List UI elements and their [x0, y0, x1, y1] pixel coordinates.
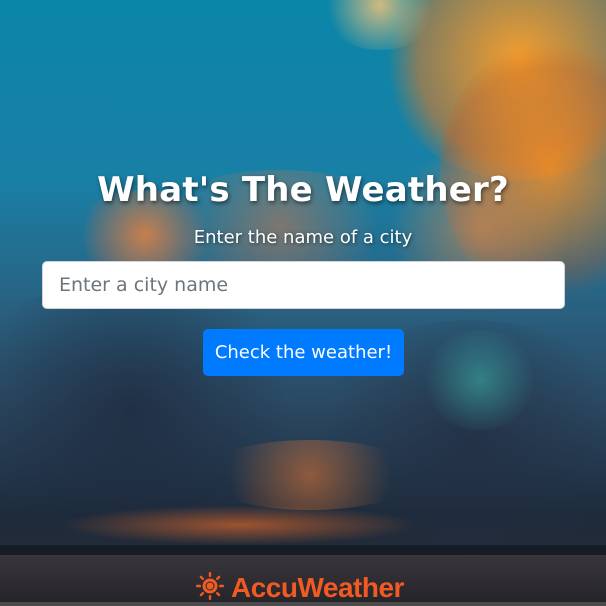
- logo-text: AccuWeather: [231, 572, 404, 603]
- page-subtitle: Enter the name of a city: [193, 227, 413, 248]
- sun-icon: [195, 571, 225, 605]
- accuweather-logo: AccuWeather: [195, 570, 404, 606]
- bottom-divider: [0, 602, 606, 606]
- check-weather-button[interactable]: Check the weather!: [203, 329, 404, 376]
- page-title: What's The Weather?: [97, 170, 509, 210]
- city-search-input[interactable]: [42, 261, 565, 309]
